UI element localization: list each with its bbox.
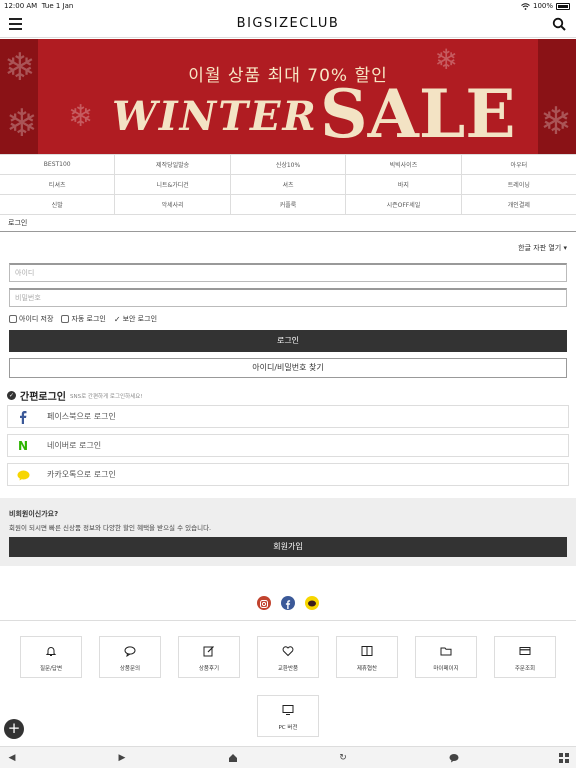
app-header: BIGSIZECLUB <box>0 12 576 38</box>
non-member-section: 비회원이신가요? 회원이 되시면 빠른 신상품 정보와 다양한 할인 혜택을 받… <box>0 498 576 566</box>
banner-sale-text: SALE <box>320 75 516 153</box>
page-title: 로그인 <box>8 219 28 227</box>
product-inquiry-tile[interactable]: 상품문의 <box>99 636 161 678</box>
save-id-checkbox[interactable]: 아이디 저장 <box>9 314 53 324</box>
category-link[interactable]: 니트&가디건 <box>115 175 231 194</box>
category-link[interactable]: BEST100 <box>0 155 116 174</box>
pc-version-tile[interactable]: PC 버전 <box>257 695 319 737</box>
heart-icon <box>282 646 294 657</box>
facebook-icon <box>16 410 30 424</box>
search-icon[interactable] <box>552 17 566 31</box>
edit-icon <box>203 646 214 657</box>
category-link[interactable]: 악세사리 <box>115 195 231 214</box>
status-time: 12:00 AM Tue 1 Jan <box>4 2 74 10</box>
login-button[interactable]: 로그인 <box>9 330 567 352</box>
home-icon[interactable] <box>227 752 239 764</box>
bell-icon <box>45 647 57 656</box>
refresh-icon[interactable]: ↻ <box>337 752 349 764</box>
kakao-icon[interactable] <box>305 596 319 610</box>
wifi-icon <box>521 2 530 10</box>
check-circle-icon: ✓ <box>7 391 16 400</box>
category-row: BEST100 제작당일발송 신상10% 빅빅사이즈 아우터 <box>0 155 576 175</box>
snowflake-icon: ❄ <box>6 101 38 145</box>
exchange-return-tile[interactable]: 교환반품 <box>257 636 319 678</box>
naver-login-button[interactable]: N 네이버로 로그인 <box>7 434 569 457</box>
password-input[interactable]: 비밀번호 <box>9 288 567 307</box>
keyboard-language-toggle[interactable]: 한글 자판 열기 ▾ <box>518 243 567 253</box>
facebook-icon[interactable] <box>281 596 295 610</box>
facebook-login-button[interactable]: 페이스북으로 로그인 <box>7 405 569 428</box>
divider <box>0 231 576 232</box>
category-link[interactable]: 티셔츠 <box>0 175 116 194</box>
check-icon: ✓ <box>113 314 121 324</box>
book-icon <box>361 646 373 656</box>
chat-icon <box>124 646 136 657</box>
join-button[interactable]: 회원가입 <box>9 537 567 557</box>
battery-icon <box>556 2 570 10</box>
auto-login-checkbox[interactable]: 자동 로그인 <box>61 314 106 324</box>
category-grid: BEST100 제작당일발송 신상10% 빅빅사이즈 아우터 티셔츠 니트&가디… <box>0 154 576 215</box>
kakao-login-button[interactable]: 카카오톡으로 로그인 <box>7 463 569 486</box>
footer-sns-links <box>0 596 576 610</box>
folder-icon <box>440 647 452 656</box>
brand-logo[interactable]: BIGSIZECLUB <box>0 16 576 31</box>
qna-tile[interactable]: 질문/답변 <box>20 636 82 678</box>
winter-sale-banner[interactable]: ❄ ❄ ❄ ❄ ❄ 이월 상품 최대 70% 할인 WINTER SALE <box>0 39 576 154</box>
category-link[interactable]: 셔츠 <box>231 175 347 194</box>
category-link[interactable]: 개인결제 <box>462 195 576 214</box>
snowflake-icon: ❄ <box>540 99 572 143</box>
category-link[interactable]: 빅빅사이즈 <box>346 155 462 174</box>
category-link[interactable]: 커플룩 <box>231 195 347 214</box>
category-link[interactable]: 신발 <box>0 195 116 214</box>
credit-card-icon <box>519 647 531 655</box>
category-link[interactable]: 시즌OFF세일 <box>346 195 462 214</box>
product-review-tile[interactable]: 상품후기 <box>178 636 240 678</box>
mypage-tile[interactable]: 마이페이지 <box>415 636 477 678</box>
checkbox-icon[interactable] <box>9 315 17 323</box>
easy-login-heading: ✓ 간편로그인 SNS로 간편하게 로그인하세요! <box>7 391 143 403</box>
grid-menu-icon[interactable] <box>558 752 570 764</box>
category-row: 티셔츠 니트&가디건 셔츠 바지 트레이닝 <box>0 175 576 195</box>
non-member-question: 비회원이신가요? <box>9 510 59 518</box>
category-row: 신발 악세사리 커플룩 시즌OFF세일 개인결제 <box>0 195 576 215</box>
id-input[interactable]: 아이디 <box>9 263 567 282</box>
battery-percent: 100% <box>532 2 553 10</box>
non-member-description: 회원이 되시면 빠른 신상품 정보와 다양한 할인 혜택을 받으실 수 있습니다… <box>9 524 212 532</box>
checkbox-icon[interactable] <box>61 315 70 323</box>
status-bar: 12:00 AM Tue 1 Jan 100% <box>0 0 576 12</box>
naver-icon: N <box>17 438 29 453</box>
chat-icon[interactable] <box>448 752 460 764</box>
instagram-icon[interactable] <box>257 596 271 610</box>
floating-plus-button[interactable]: + <box>4 719 24 739</box>
forward-icon[interactable]: ▶ <box>116 752 128 764</box>
monitor-icon <box>282 705 294 715</box>
banner-winter-text: WINTER <box>112 93 318 140</box>
category-link[interactable]: 아우터 <box>462 155 576 174</box>
kakao-icon <box>16 468 30 482</box>
partnership-tile[interactable]: 제휴협찬 <box>336 636 398 678</box>
status-right: 100% <box>521 2 570 10</box>
category-link[interactable]: 제작당일발송 <box>115 155 231 174</box>
category-link[interactable]: 바지 <box>346 175 462 194</box>
order-lookup-tile[interactable]: 주문조회 <box>494 636 556 678</box>
login-options: 아이디 저장 자동 로그인 ✓ 보안 로그인 <box>9 314 157 324</box>
category-link[interactable]: 트레이닝 <box>462 175 576 194</box>
back-icon[interactable]: ◀ <box>6 752 18 764</box>
find-id-password-button[interactable]: 아이디/비밀번호 찾기 <box>9 358 567 378</box>
snowflake-icon: ❄ <box>68 99 94 134</box>
bottom-toolbar: ◀ ▶ ↻ <box>0 746 576 768</box>
category-link[interactable]: 신상10% <box>231 155 347 174</box>
divider <box>0 620 576 621</box>
secure-login-toggle[interactable]: ✓ 보안 로그인 <box>114 314 157 324</box>
